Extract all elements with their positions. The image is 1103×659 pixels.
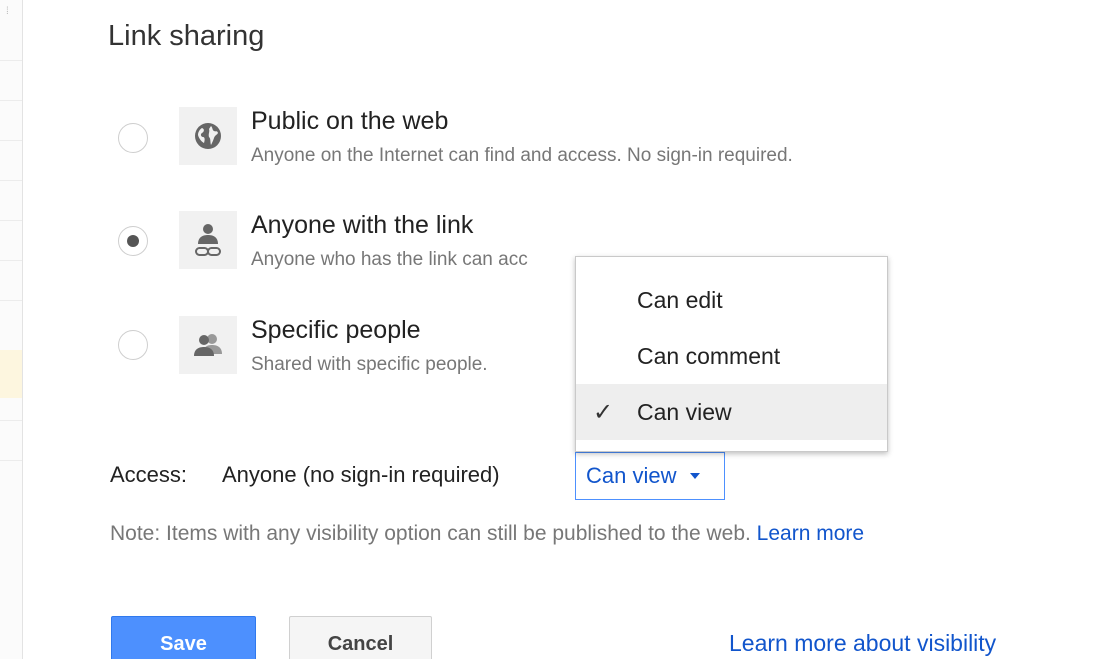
caret-down-icon <box>690 473 701 479</box>
access-label: Access: <box>110 462 188 487</box>
dialog-title: Link sharing <box>108 20 265 52</box>
radio-public-on-web[interactable] <box>118 123 148 153</box>
checkmark-icon: ✓ <box>592 398 614 426</box>
access-level-selected: Can view <box>586 463 677 488</box>
access-level-menu: Can edit Can comment ✓ Can view <box>575 256 888 452</box>
radio-anyone-with-link[interactable] <box>118 226 148 256</box>
cancel-button[interactable]: Cancel <box>289 616 432 659</box>
radio-specific-people[interactable] <box>118 330 148 360</box>
divider <box>0 300 22 301</box>
option-description: Anyone on the Internet can find and acce… <box>251 145 793 166</box>
save-button[interactable]: Save <box>111 616 256 659</box>
option-title: Anyone with the link <box>251 211 474 239</box>
background-glyph: ⁞ <box>6 6 9 17</box>
menu-item-can-edit[interactable]: Can edit <box>576 272 887 328</box>
divider <box>0 100 22 101</box>
menu-item-label: Can edit <box>637 286 723 313</box>
access-level-select[interactable]: Can view <box>575 452 725 500</box>
learn-more-about-visibility-link[interactable]: Learn more about visibility <box>729 630 996 657</box>
option-public-on-web[interactable]: Public on the web Anyone on the Internet… <box>0 105 1103 175</box>
people-icon <box>179 316 237 374</box>
access-value: Anyone (no sign-in required) <box>222 462 500 487</box>
divider <box>0 420 22 421</box>
option-description: Anyone who has the link can acc <box>251 249 528 270</box>
link-sharing-dialog: ⁞ Link sharing Public on the web Anyone … <box>0 0 1103 659</box>
learn-more-link[interactable]: Learn more <box>757 522 864 545</box>
menu-item-label: Can comment <box>637 342 781 369</box>
option-specific-people[interactable]: Specific people Shared with specific peo… <box>0 314 1103 384</box>
person-link-icon <box>179 211 237 269</box>
menu-item-can-comment[interactable]: Can comment <box>576 328 887 384</box>
menu-item-can-view[interactable]: ✓ Can view <box>576 384 887 440</box>
option-description: Shared with specific people. <box>251 354 488 375</box>
menu-item-label: Can view <box>637 398 732 425</box>
note: Note: Items with any visibility option c… <box>110 522 864 546</box>
note-text: Note: Items with any visibility option c… <box>110 522 751 545</box>
option-title: Public on the web <box>251 107 449 135</box>
globe-icon <box>179 107 237 165</box>
option-anyone-with-link[interactable]: Anyone with the link Anyone who has the … <box>0 209 1103 279</box>
divider <box>0 60 22 61</box>
option-title: Specific people <box>251 316 421 344</box>
divider <box>0 180 22 181</box>
divider <box>0 460 22 461</box>
